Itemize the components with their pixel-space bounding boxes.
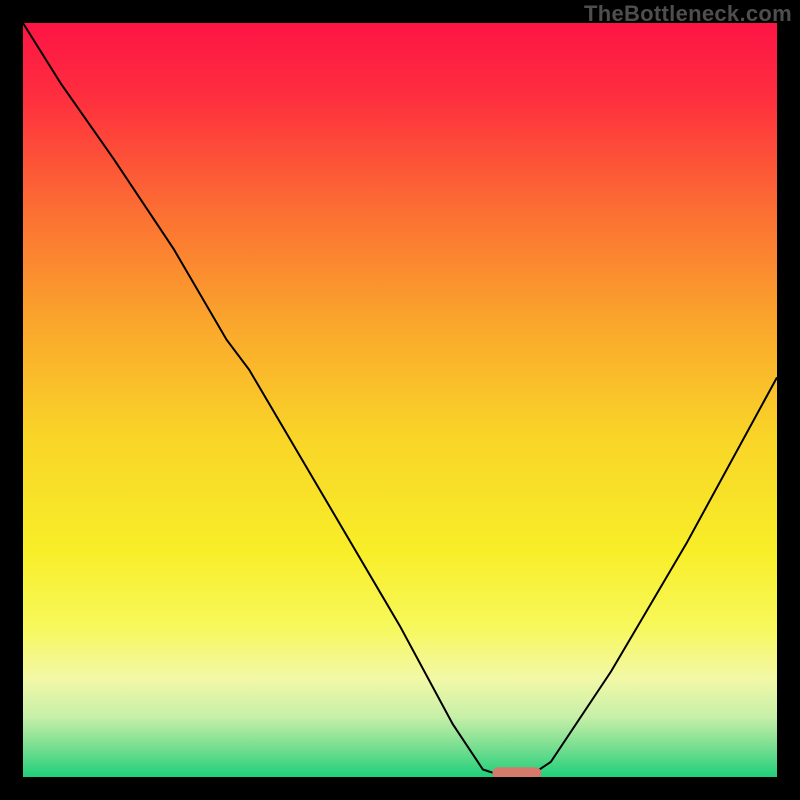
chart-background-gradient <box>23 23 777 777</box>
optimal-marker <box>492 767 541 777</box>
chart-frame: TheBottleneck.com <box>0 0 800 800</box>
chart-svg <box>23 23 777 777</box>
watermark-text: TheBottleneck.com <box>584 1 792 27</box>
plot-area <box>23 23 777 777</box>
